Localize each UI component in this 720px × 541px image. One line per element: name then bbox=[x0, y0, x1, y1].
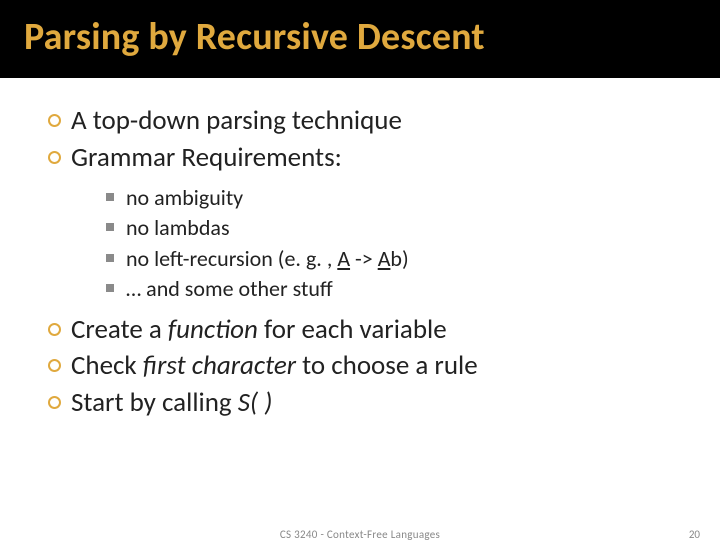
square-bullet-icon bbox=[106, 254, 114, 262]
bullet-text: Start by calling S( ) bbox=[71, 386, 272, 421]
slide-content: A top-down parsing technique Grammar Req… bbox=[0, 78, 720, 420]
circle-bullet-icon bbox=[48, 323, 61, 336]
bullet-text: Create a function for each variable bbox=[71, 313, 447, 348]
sub-bullet-text: no lambdas bbox=[126, 213, 230, 243]
circle-bullet-icon bbox=[48, 396, 61, 409]
bullet-item: Grammar Requirements: bbox=[48, 141, 690, 176]
sub-bullet-item: … and some other stuff bbox=[106, 274, 690, 304]
circle-bullet-icon bbox=[48, 114, 61, 127]
circle-bullet-icon bbox=[48, 151, 61, 164]
bullet-item: Start by calling S( ) bbox=[48, 386, 690, 421]
square-bullet-icon bbox=[106, 193, 114, 201]
footer-course: CS 3240 - Context-Free Languages bbox=[280, 528, 440, 541]
bullet-item: Create a function for each variable bbox=[48, 313, 690, 348]
sub-bullet-text: no left-recursion (e. g. , A -> Ab) bbox=[126, 244, 409, 274]
sub-bullet-text: … and some other stuff bbox=[126, 274, 333, 304]
square-bullet-icon bbox=[106, 284, 114, 292]
bullet-text: Grammar Requirements: bbox=[71, 141, 342, 176]
footer-page-number: 20 bbox=[689, 528, 700, 541]
sub-bullet-group: no ambiguity no lambdas no left-recursio… bbox=[48, 177, 690, 312]
square-bullet-icon bbox=[106, 223, 114, 231]
sub-bullet-text: no ambiguity bbox=[126, 183, 243, 213]
bullet-item: Check first character to choose a rule bbox=[48, 349, 690, 384]
bullet-text: Check first character to choose a rule bbox=[71, 349, 478, 384]
slide-title: Parsing by Recursive Descent bbox=[24, 14, 720, 60]
sub-bullet-item: no ambiguity bbox=[106, 183, 690, 213]
sub-bullet-item: no left-recursion (e. g. , A -> Ab) bbox=[106, 244, 690, 274]
circle-bullet-icon bbox=[48, 359, 61, 372]
sub-bullet-item: no lambdas bbox=[106, 213, 690, 243]
title-bar: Parsing by Recursive Descent bbox=[0, 0, 720, 78]
bullet-text: A top-down parsing technique bbox=[71, 104, 402, 139]
bullet-item: A top-down parsing technique bbox=[48, 104, 690, 139]
